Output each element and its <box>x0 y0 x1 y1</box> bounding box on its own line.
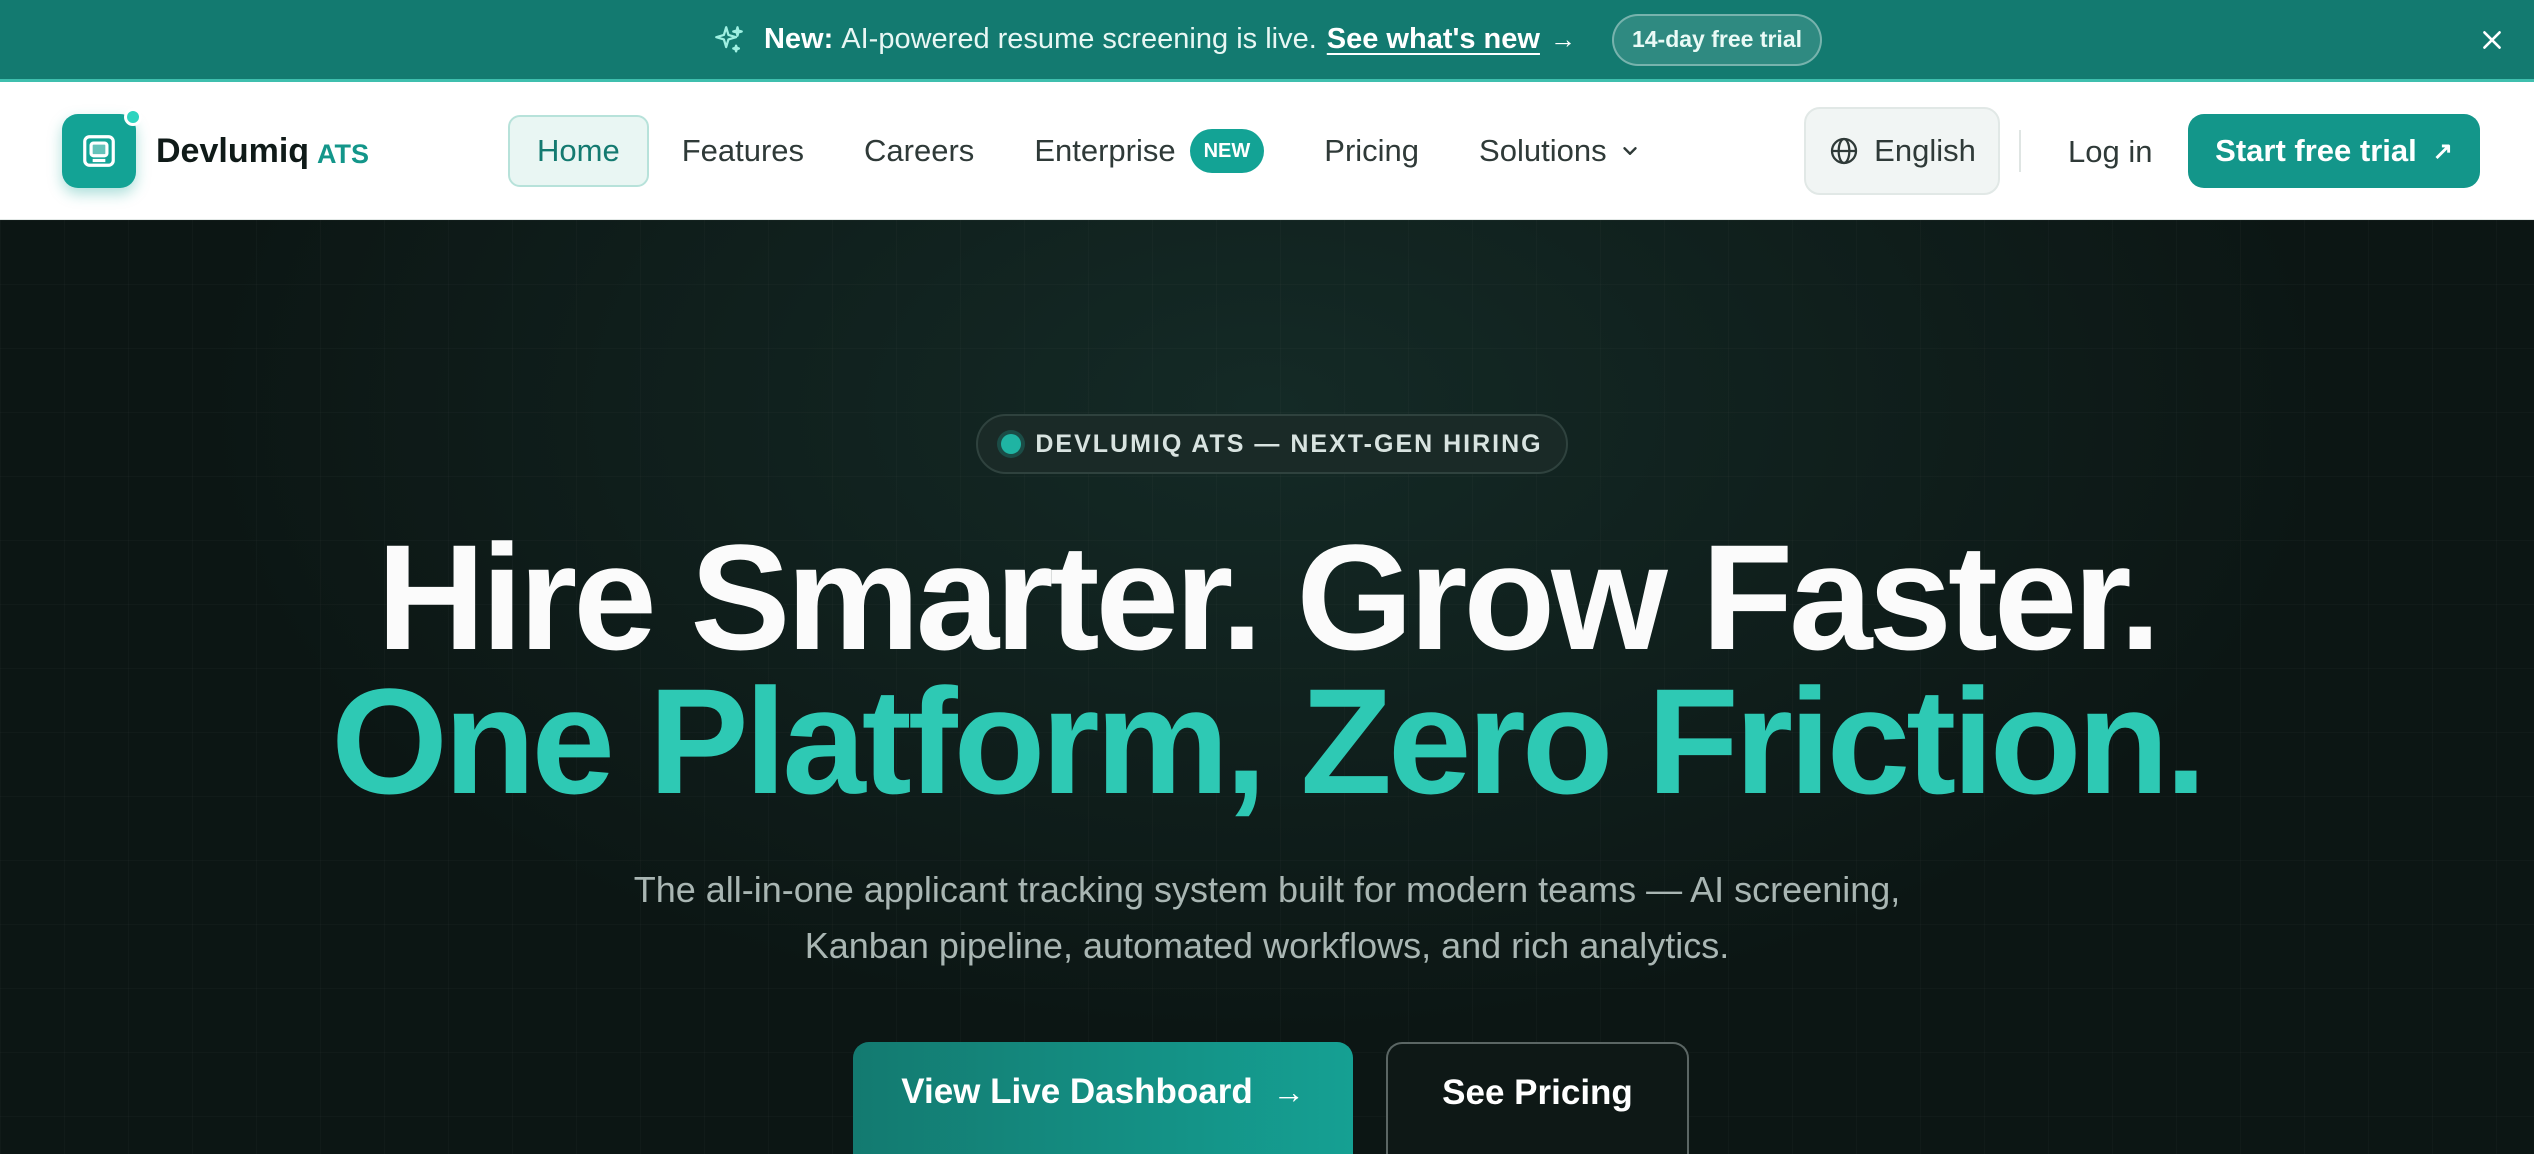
language-selector[interactable]: English <box>1804 107 2000 195</box>
announcement-content: New: AI-powered resume screening is live… <box>712 13 1822 66</box>
hero-subtitle: The all-in-one applicant tracking system… <box>633 869 1901 966</box>
nav-item-careers[interactable]: Careers <box>837 115 1001 187</box>
sparkle-icon <box>715 25 743 52</box>
announcement-message: AI-powered resume screening is live. <box>841 23 1317 55</box>
language-label: English <box>1874 133 1976 168</box>
login-label: Log in <box>2068 134 2153 169</box>
nav-item-label: Careers <box>864 133 975 168</box>
close-announcement-button[interactable] <box>2472 20 2512 60</box>
nav-item-label: Features <box>681 133 805 168</box>
hero-eyebrow-pill: DEVLUMIQ ATS — NEXT-GEN HIRING <box>976 414 1568 474</box>
nav-item-label: Enterprise <box>1034 133 1176 168</box>
login-link[interactable]: Log in <box>2050 122 2170 182</box>
brand-name: Devlumiq <box>156 131 310 170</box>
arrow-right-icon: → <box>1549 24 1576 54</box>
nav-divider <box>2019 130 2021 172</box>
arrow-up-right-icon: ↗ <box>2432 137 2453 165</box>
chevron-down-icon <box>1622 147 1637 155</box>
nav-item-pricing[interactable]: Pricing <box>1297 115 1446 187</box>
brand-suffix: ATS <box>317 138 370 169</box>
nav-item-solutions[interactable]: Solutions <box>1452 115 1668 187</box>
button-label: See Pricing <box>1442 1073 1633 1112</box>
new-badge: NEW <box>1189 129 1265 173</box>
hero-headline-line1: Hire Smarter. Grow Faster. <box>376 513 2161 681</box>
status-dot <box>1001 434 1022 454</box>
view-live-dashboard-button[interactable]: View Live Dashboard → <box>853 1042 1353 1154</box>
nav-item-features[interactable]: Features <box>655 115 831 187</box>
nav-item-label: Solutions <box>1479 133 1607 168</box>
globe-icon <box>1831 137 1858 165</box>
nav-item-label: Pricing <box>1324 133 1420 168</box>
logo-status-dot <box>124 108 142 126</box>
trial-pill: 14-day free trial <box>1611 13 1822 66</box>
cta-label: Start free trial <box>2215 133 2417 168</box>
see-whats-new-link[interactable]: See what's new <box>1327 23 1540 56</box>
hero-headline-line2: One Platform, Zero Friction. <box>331 657 2207 825</box>
button-label: View Live Dashboard <box>901 1072 1253 1111</box>
nav-item-label: Home <box>537 133 620 168</box>
nav-item-enterprise[interactable]: Enterprise NEW <box>1007 115 1291 187</box>
arrow-right-icon: → <box>1272 1073 1305 1110</box>
top-navigation: Devlumiq ATS Home Features Careers Enter… <box>0 82 2534 220</box>
announcement-bar: New: AI-powered resume screening is live… <box>0 0 2534 82</box>
announcement-new-label: New: <box>763 23 834 55</box>
main-menu: Home Features Careers Enterprise NEW Pri… <box>508 114 1674 188</box>
brand-logo[interactable]: Devlumiq ATS <box>62 108 370 188</box>
start-free-trial-button[interactable]: Start free trial ↗ <box>2188 114 2480 188</box>
logo-icon <box>62 108 142 188</box>
close-icon <box>2483 31 2501 49</box>
nav-item-home[interactable]: Home <box>508 115 649 187</box>
hero-section: DEVLUMIQ ATS — NEXT-GEN HIRING Hire Smar… <box>0 220 2534 1154</box>
eyebrow-text: DEVLUMIQ ATS — NEXT-GEN HIRING <box>1035 429 1543 458</box>
see-pricing-button[interactable]: See Pricing <box>1386 1042 1689 1154</box>
